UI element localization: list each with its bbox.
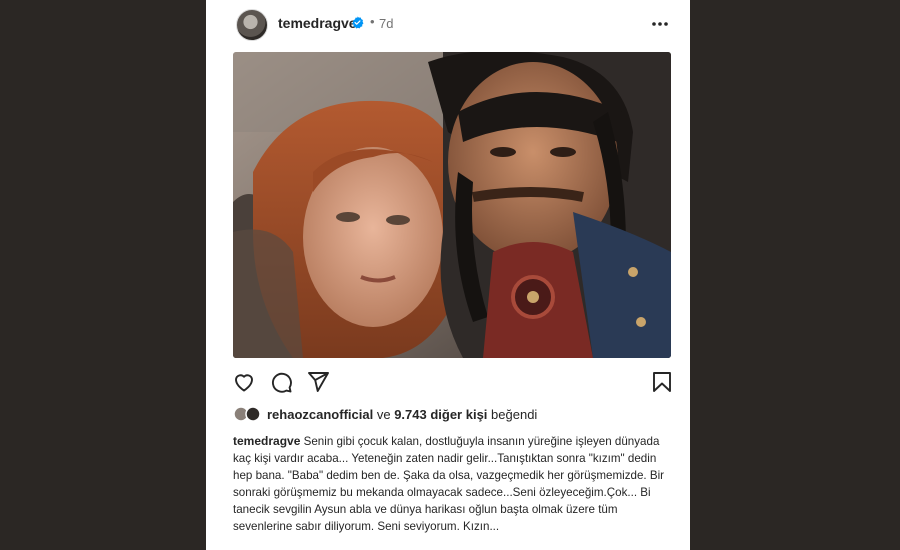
more-options-icon[interactable] [650, 15, 670, 33]
caption-author[interactable]: temedragve [233, 434, 300, 448]
post-header: temedragve • 7d [206, 0, 690, 50]
liker-avatars[interactable] [233, 406, 263, 422]
username-link[interactable]: temedragve [278, 15, 357, 31]
avatar[interactable] [236, 9, 268, 41]
post-photo[interactable] [233, 52, 671, 358]
post-card: temedragve • 7d rehaozcanofficial ve 9.7… [206, 0, 690, 550]
heart-icon[interactable] [232, 370, 256, 394]
post-time[interactable]: 7d [379, 16, 393, 31]
post-actions [206, 368, 690, 396]
caption-text: Senin gibi çocuk kalan, dostluğuyla insa… [233, 435, 665, 533]
share-icon[interactable] [306, 370, 330, 394]
likes-others-link[interactable]: 9.743 diğer kişi [394, 407, 487, 422]
time-separator: • [370, 14, 375, 29]
likes-summary: rehaozcanofficial ve 9.743 diğer kişi be… [233, 405, 673, 423]
bookmark-icon[interactable] [650, 370, 674, 394]
likes-connector: ve [376, 407, 391, 422]
verified-badge-icon [352, 16, 364, 29]
liker-username[interactable]: rehaozcanofficial [267, 407, 373, 422]
likes-suffix: beğendi [491, 407, 538, 422]
post-photo-image [233, 52, 671, 358]
comment-icon[interactable] [269, 370, 293, 394]
post-caption: temedragve Senin gibi çocuk kalan, dostl… [233, 433, 675, 535]
